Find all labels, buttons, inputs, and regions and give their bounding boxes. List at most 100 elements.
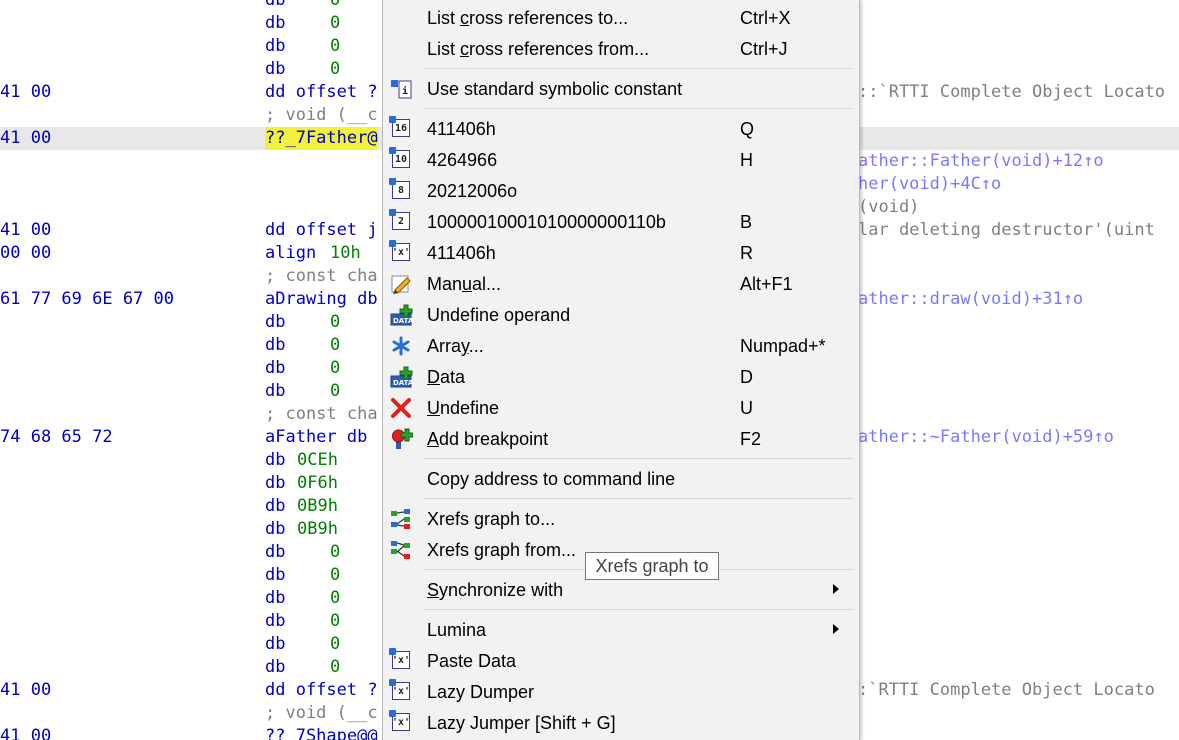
instruction: db 0 [265,312,341,332]
radix-char-icon: 'x' [389,679,413,703]
menu-item-manual[interactable]: Manual... Alt+F1 [383,269,859,300]
menu-item-shortcut: Q [740,119,755,139]
radix-2-icon: 2 [389,209,413,233]
menu-item-shortcut: Alt+F1 [740,274,793,294]
operand-value: 0 [330,312,341,332]
menu-item-label: Undefine [427,398,500,418]
menu-item-copy-address[interactable]: Copy address to command line [383,464,859,495]
svg-text:i: i [402,85,408,97]
menu-item-hex-411406h[interactable]: 16 411406h Q [383,114,859,145]
menu-item-label: 20212006o [427,181,518,201]
operand-value: 0 [330,634,341,654]
line-comment: :`RTTI Complete Object Locato [858,680,1155,700]
menu-item-list-xrefs-to[interactable]: List cross references to... Ctrl+X [383,3,859,34]
menu-item-binary-value[interactable]: 2 10000010001010000000110b B [383,207,859,238]
svg-text:DATA: DATA [393,317,413,325]
menu-item-shortcut: F2 [740,429,762,449]
menu-item-label: Xrefs graph to... [427,509,556,529]
submenu-arrow-icon [833,584,839,594]
menu-item-label: Use standard symbolic constant [427,79,683,99]
operand-value: 0 [330,358,341,378]
menu-separator [423,609,853,610]
line-comment: ::`RTTI Complete Object Locato [858,82,1166,102]
menu-item-label: Lazy Jumper [Shift + G] [427,713,616,733]
menu-item-lumina[interactable]: Lumina [383,615,859,646]
menu-item-label: Paste Data [427,651,517,671]
highlighted-symbol[interactable]: ??_7Father@ [265,127,378,150]
menu-item-label: 4264966 [427,150,498,170]
xref-comment[interactable]: ather::Father(void)+12↑o [858,150,1104,173]
menu-item-shortcut: B [740,212,753,232]
radix-10-icon: 10 [389,147,413,171]
radix-16-icon: 16 [389,116,413,140]
radix-char-icon: 'x' [389,710,413,734]
menu-item-label: Manual... [427,274,502,294]
menu-item-use-standard-symbolic-constant[interactable]: i Use standard symbolic constant [383,74,859,105]
menu-separator [423,458,853,459]
context-menu[interactable]: List cross references to... Ctrl+X List cr… [382,0,860,740]
data-plus-icon: DATA [389,366,414,388]
xref-comment[interactable]: ather::~Father(void)+59↑o [858,426,1114,449]
svg-text:DATA: DATA [393,379,413,387]
menu-item-lazy-jumper[interactable]: 'x' Lazy Jumper [Shift + G] [383,708,859,739]
instruction: db 0F6h [265,473,338,493]
menu-item-label: Synchronize with [427,580,564,600]
menu-item-decimal-4264966[interactable]: 10 4264966 H [383,145,859,176]
comment-line: ; void (__c [265,105,378,125]
instruction: db 0 [265,59,341,79]
instruction: db 0 [265,381,341,401]
menu-item-shortcut: R [740,243,753,263]
operand-value: 0B9h [297,496,338,516]
red-x-icon [389,397,413,419]
instruction: db 0 [265,358,341,378]
menu-item-undefine-operand[interactable]: DATA Undefine operand [383,300,859,331]
operand-value: 0 [330,588,341,608]
instruction: db 0 [265,0,340,12]
menu-item-xrefs-graph-to[interactable]: Xrefs graph to... [383,504,859,535]
menu-item-array[interactable]: Array... Numpad+* [383,331,859,362]
menu-item-shortcut: D [740,367,753,387]
hex-bytes: 00 00 [0,243,52,263]
instruction: db 0 [265,657,341,677]
menu-item-paste-data[interactable]: 'x' Paste Data [383,646,859,677]
comment-line: ; const cha [265,404,378,424]
operand-value: 0F6h [297,473,338,493]
instruction: dd offset ? [265,680,378,700]
instruction: db 0 [265,13,341,33]
instruction: dd offset ? [265,82,378,102]
instruction: aFather db [265,427,368,447]
instruction: aDrawing db [265,289,378,309]
radix-char-icon: 'x' [389,240,413,264]
radix-char-icon: 'x' [389,648,413,672]
xref-comment[interactable]: her(void)+4C↑o [858,173,1001,196]
menu-item-data[interactable]: DATA Data D [383,362,859,393]
menu-item-undefine[interactable]: Undefine U [383,393,859,424]
instruction: db 0 [265,611,341,631]
comment-line: ; const cha [265,266,378,286]
menu-item-label: 411406h [427,119,496,139]
menu-item-label: Data [427,367,466,387]
line-comment: (void) [858,197,920,217]
menu-item-label: List cross references from... [427,39,650,59]
hex-bytes: 74 68 65 72 [0,427,113,447]
instruction: db 0B9h [265,519,338,539]
menu-item-lazy-dumper[interactable]: 'x' Lazy Dumper [383,677,859,708]
hex-bytes: 41 00 [0,680,52,700]
menu-item-list-xrefs-from[interactable]: List cross references from... Ctrl+J [383,34,859,65]
menu-item-char-411406h[interactable]: 'x' 411406h R [383,238,859,269]
instruction: align 10h [265,243,361,263]
operand-value: 0 [330,565,341,585]
menu-item-shortcut: Ctrl+J [740,39,788,59]
hex-bytes: 41 00 [0,726,52,740]
operand-value: 0B9h [297,519,338,539]
menu-item-label: Undefine operand [427,305,571,325]
menu-item-octal-20212006o[interactable]: 8 20212006o [383,176,859,207]
hex-bytes: 41 00 [0,128,52,148]
instruction: db 0 [265,542,341,562]
menu-item-add-breakpoint[interactable]: Add breakpoint F2 [383,424,859,455]
hex-bytes: 61 77 69 6E 67 00 [0,289,174,309]
menu-item-label: Add breakpoint [427,429,549,449]
menu-item-shortcut: Numpad+* [740,336,826,356]
menu-item-shortcut: U [740,398,753,418]
xref-comment[interactable]: ather::draw(void)+31↑o [858,288,1083,311]
